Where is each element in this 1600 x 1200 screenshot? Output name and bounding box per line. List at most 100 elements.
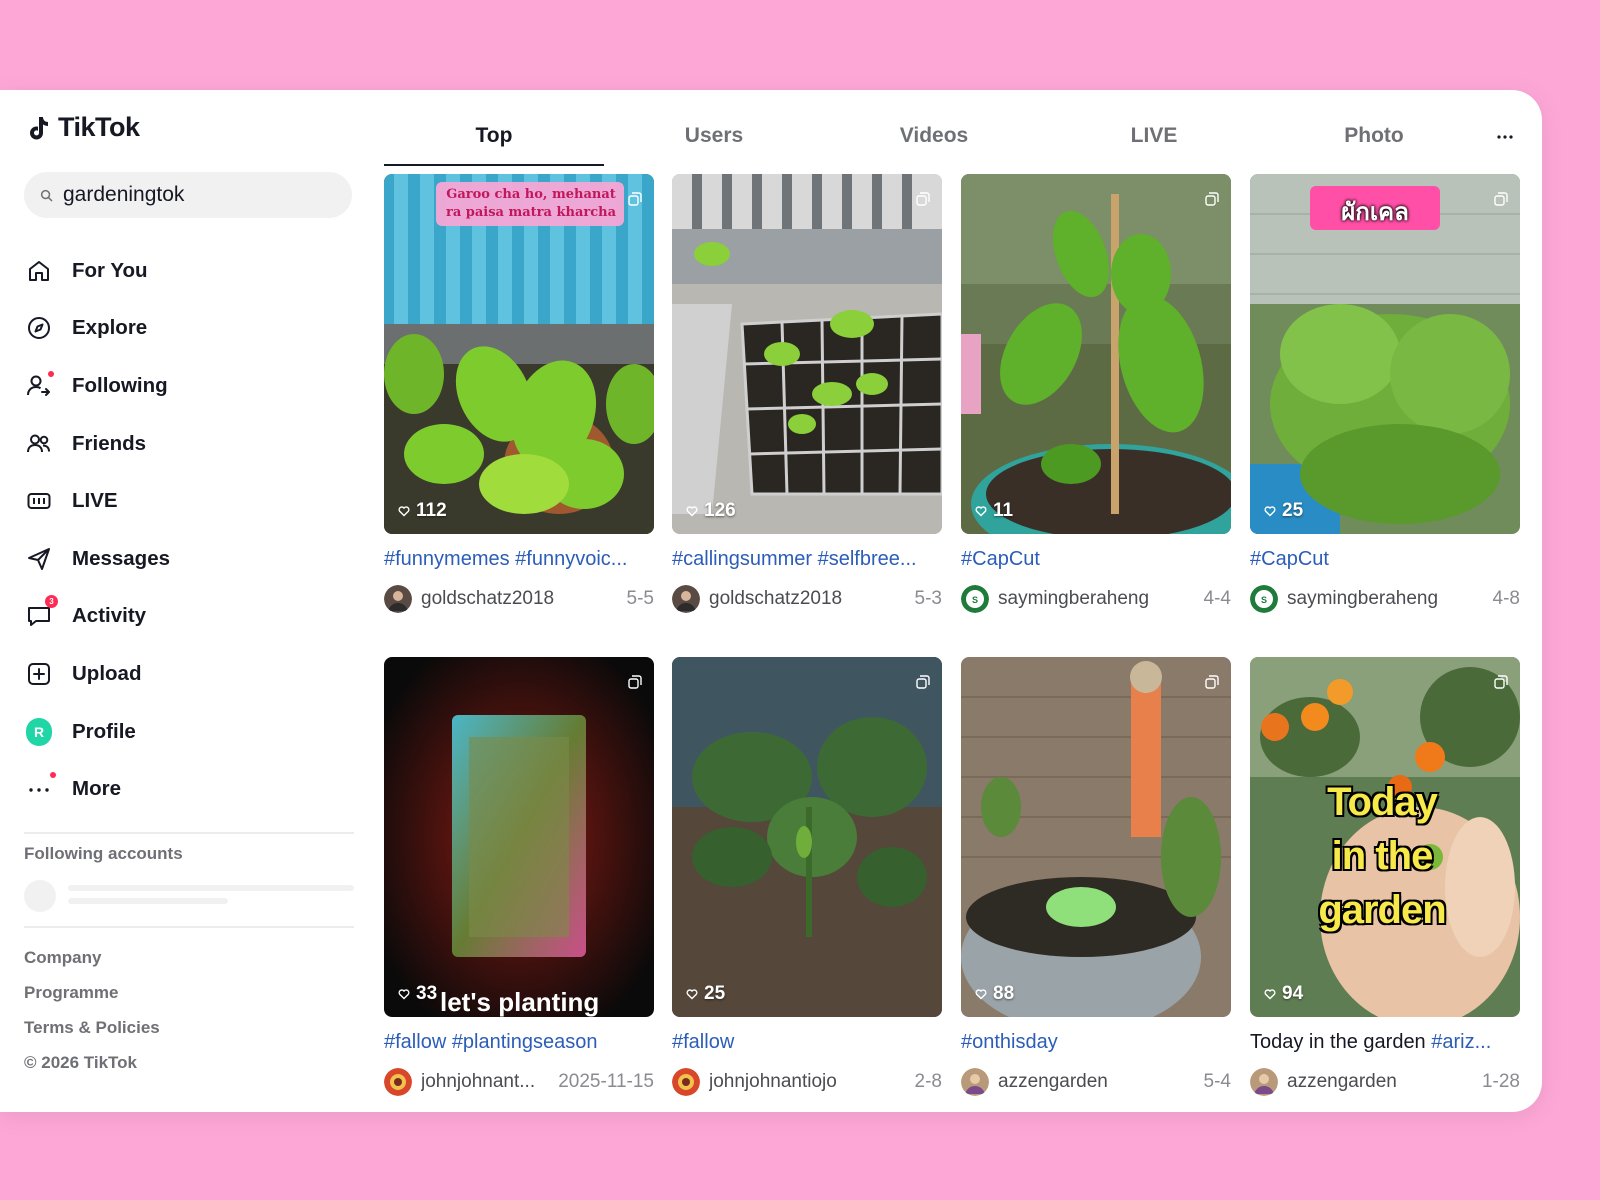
sidebar-nav: For You Explore Following Friends LIVE M… (24, 242, 354, 818)
video-caption[interactable]: #fallow #plantingseason (384, 1031, 654, 1057)
post-date: 5-5 (626, 588, 654, 609)
footer-links: Company Programme Terms & Policies © 202… (24, 940, 160, 1080)
username[interactable]: goldschatz2018 (421, 588, 619, 610)
sidebar-item-messages[interactable]: Messages (24, 530, 354, 588)
video-caption[interactable]: #CapCut (1250, 548, 1520, 574)
video-meta: johnjohnant... 2025-11-15 (384, 1067, 654, 1097)
home-icon (26, 258, 52, 284)
tab-photo[interactable]: Photo (1264, 106, 1484, 166)
heart-icon (975, 989, 987, 1000)
user-avatar[interactable] (672, 1068, 700, 1096)
user-avatar[interactable]: S (961, 585, 989, 613)
video-thumbnail[interactable]: let's planting 33 (384, 657, 654, 1017)
sidebar-item-live[interactable]: LIVE (24, 472, 354, 530)
tab-live[interactable]: LIVE (1044, 106, 1264, 166)
live-icon (26, 488, 52, 514)
video-caption[interactable]: #funnymemes #funnyvoic... (384, 548, 654, 574)
video-card[interactable]: let's planting 33 #fallow #plantingseaso… (384, 657, 654, 1097)
multi-post-icon (628, 675, 642, 689)
sidebar-item-friends[interactable]: Friends (24, 415, 354, 473)
video-caption[interactable]: Today in the garden #ariz... (1250, 1031, 1520, 1057)
post-date: 4-4 (1203, 588, 1231, 609)
username[interactable]: saymingberaheng (1287, 588, 1485, 610)
like-count: 11 (975, 500, 1013, 522)
video-thumbnail[interactable]: 126 (672, 174, 942, 534)
skeleton-line (68, 885, 354, 891)
friends-icon (26, 431, 52, 457)
sidebar-item-more[interactable]: More (24, 760, 354, 818)
video-caption[interactable]: #fallow (672, 1031, 942, 1057)
notification-dot (50, 772, 56, 779)
user-avatar[interactable] (1250, 1068, 1278, 1096)
caption-hashtag[interactable]: #ariz... (1431, 1031, 1491, 1053)
video-overlay-text: ผักเคล (1341, 199, 1409, 226)
video-thumbnail-image (384, 174, 654, 534)
svg-text:S: S (1261, 595, 1267, 605)
search-query: gardeningtok (63, 183, 185, 206)
overlay-line: Today (1327, 780, 1438, 824)
post-date: 5-4 (1203, 1071, 1231, 1092)
sidebar-item-for-you[interactable]: For You (24, 242, 354, 300)
video-thumbnail[interactable]: 11 (961, 174, 1231, 534)
footer-link-company[interactable]: Company (24, 940, 160, 975)
tiktok-logo[interactable]: TikTok (28, 112, 140, 143)
video-thumbnail[interactable]: ผักเคล 25 (1250, 174, 1520, 534)
skeleton-line (68, 898, 228, 904)
sidebar-item-profile[interactable]: R Profile (24, 703, 354, 761)
caption-text: Today in the garden (1250, 1031, 1432, 1053)
username[interactable]: azzengarden (1287, 1071, 1474, 1093)
sidebar-item-explore[interactable]: Explore (24, 300, 354, 358)
search-input[interactable]: gardeningtok (24, 172, 352, 218)
username[interactable]: azzengarden (998, 1071, 1196, 1093)
tab-users[interactable]: Users (604, 106, 824, 166)
username[interactable]: goldschatz2018 (709, 588, 907, 610)
tab-top[interactable]: Top (384, 106, 604, 166)
app-name: TikTok (58, 112, 140, 142)
video-card[interactable]: Garoo cha ho, mehanat ra paisa matra kha… (384, 174, 654, 614)
username[interactable]: saymingberaheng (998, 588, 1196, 610)
user-avatar[interactable] (672, 585, 700, 613)
sidebar-item-activity[interactable]: 3 Activity (24, 588, 354, 646)
user-avatar[interactable] (961, 1068, 989, 1096)
username[interactable]: johnjohnant... (421, 1071, 550, 1093)
more-options-icon[interactable] (1490, 122, 1520, 152)
sidebar-item-following[interactable]: Following (24, 357, 354, 415)
footer-copyright: © 2026 TikTok (24, 1052, 138, 1072)
video-card[interactable]: 126 #callingsummer #selfbree... goldscha… (672, 174, 942, 614)
video-thumbnail[interactable]: 88 (961, 657, 1231, 1017)
username[interactable]: johnjohnantiojo (709, 1071, 907, 1093)
footer-link-terms[interactable]: Terms & Policies (24, 1010, 160, 1045)
sidebar-item-label: Messages (72, 546, 171, 570)
video-caption[interactable]: #onthisday (961, 1031, 1231, 1057)
video-card[interactable]: 25 #fallow johnjohnantiojo 2-8 (672, 657, 942, 1097)
like-count: 25 (1264, 500, 1303, 522)
video-card[interactable]: 11 #CapCut S saymingberaheng 4-4 (961, 174, 1231, 614)
more-dots-icon (26, 772, 56, 802)
like-count-value: 126 (704, 500, 736, 521)
heart-icon (1264, 506, 1276, 517)
video-card[interactable]: ผักเคล 25 #CapCut S saymingberaheng 4-8 (1250, 174, 1520, 614)
user-avatar[interactable] (384, 585, 412, 613)
multi-post-icon (916, 675, 930, 689)
video-caption[interactable]: #CapCut (961, 548, 1231, 574)
user-avatar[interactable]: S (1250, 585, 1278, 613)
video-caption[interactable]: #callingsummer #selfbree... (672, 548, 942, 574)
sidebar-item-label: Friends (72, 431, 147, 455)
video-thumbnail[interactable]: Today in the garden 94 (1250, 657, 1520, 1017)
sidebar-item-upload[interactable]: Upload (24, 645, 354, 703)
sidebar-item-label: More (72, 777, 121, 801)
svg-text:S: S (972, 595, 978, 605)
post-date: 1-28 (1481, 1071, 1520, 1092)
like-count-value: 33 (416, 983, 438, 1004)
sidebar-item-label: Activity (72, 604, 147, 628)
video-card[interactable]: 88 #onthisday azzengarden 5-4 (961, 657, 1231, 1097)
like-count-value: 94 (1282, 983, 1304, 1004)
tab-videos[interactable]: Videos (824, 106, 1044, 166)
user-avatar[interactable] (384, 1068, 412, 1096)
video-card[interactable]: Today in the garden 94 Today in the gard… (1250, 657, 1520, 1097)
video-thumbnail[interactable]: 25 (672, 657, 942, 1017)
footer-link-programme[interactable]: Programme (24, 975, 160, 1010)
divider (24, 832, 354, 834)
avatar-letter: R (26, 717, 52, 746)
video-thumbnail[interactable]: Garoo cha ho, mehanat ra paisa matra kha… (384, 174, 654, 534)
